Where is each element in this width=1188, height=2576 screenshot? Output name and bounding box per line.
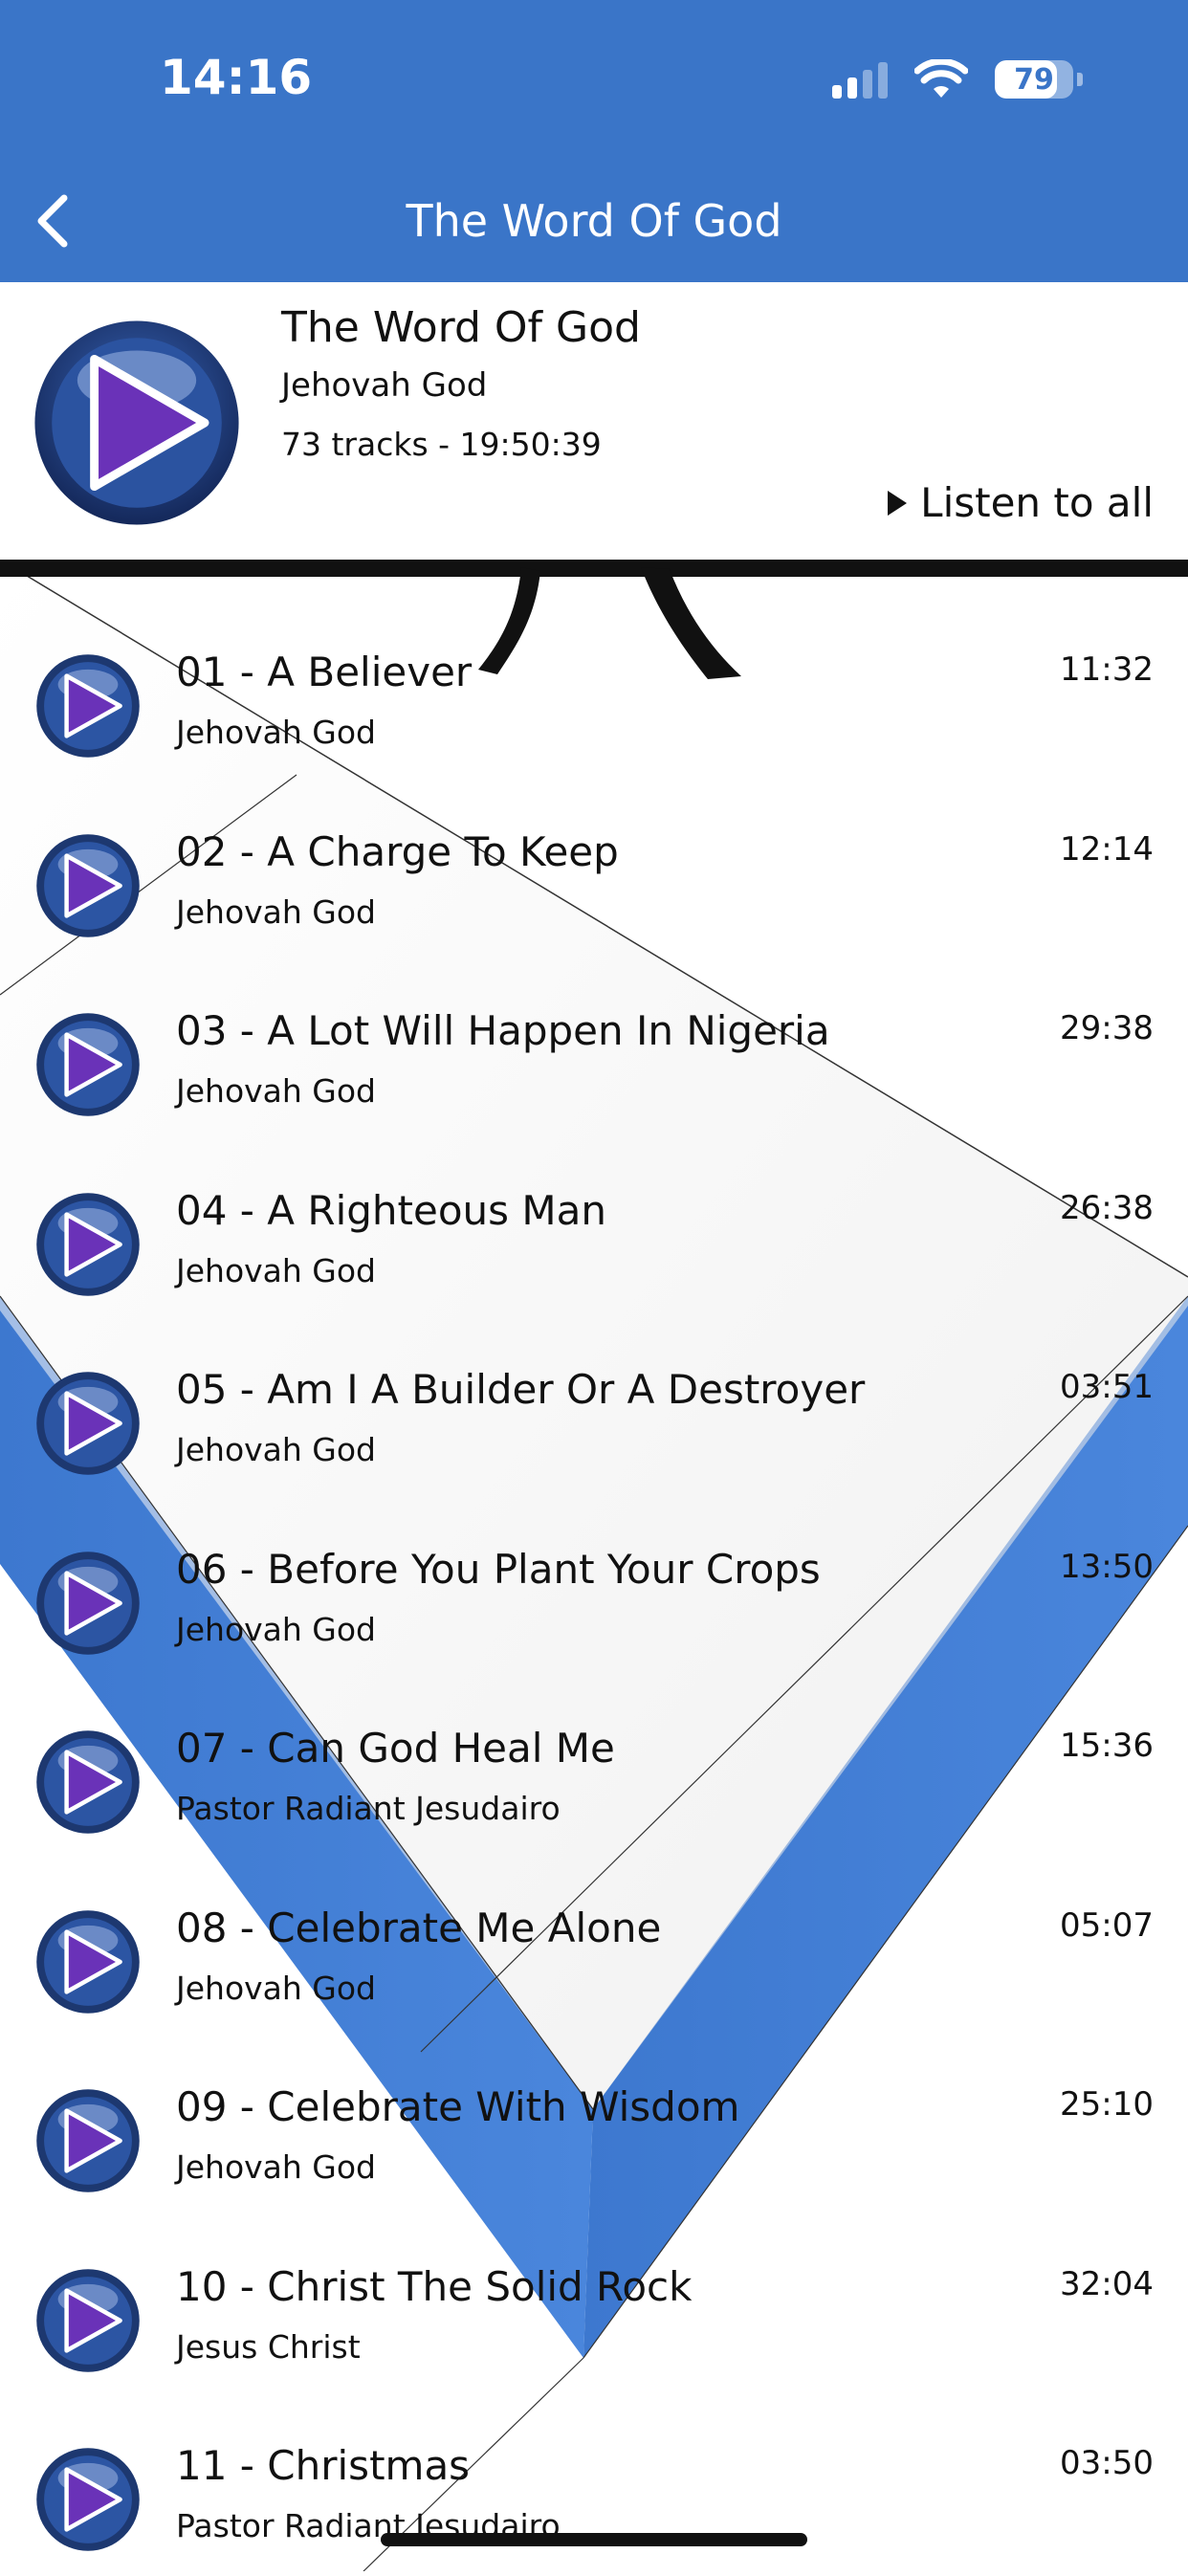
track-row[interactable]: 04 - A Righteous Man Jehovah God 26:38 xyxy=(0,1141,1188,1321)
track-duration: 11:32 xyxy=(1060,650,1154,689)
track-duration: 15:36 xyxy=(1060,1727,1154,1765)
track-list: 01 - A Believer Jehovah God 11:32 02 - A Ch… xyxy=(0,603,1188,2576)
album-artist: Jehovah God xyxy=(281,366,488,405)
track-duration: 13:50 xyxy=(1060,1547,1154,1586)
play-icon[interactable] xyxy=(34,1550,142,1657)
play-icon[interactable] xyxy=(34,1011,142,1118)
track-duration: 12:14 xyxy=(1060,829,1154,869)
track-artist: Jehovah God xyxy=(176,1610,377,1648)
play-icon[interactable] xyxy=(34,2446,142,2553)
play-triangle-icon xyxy=(888,490,908,516)
battery-percent: 79 xyxy=(1014,62,1054,97)
play-icon[interactable] xyxy=(34,1370,142,1477)
track-title: 04 - A Righteous Man xyxy=(176,1186,606,1234)
track-title: 06 - Before You Plant Your Crops xyxy=(176,1545,821,1593)
track-artist: Pastor Radiant Jesudairo xyxy=(176,1790,561,1827)
home-indicator[interactable] xyxy=(381,2533,807,2546)
track-title: 09 - Celebrate With Wisdom xyxy=(176,2083,740,2130)
play-icon[interactable] xyxy=(34,1191,142,1298)
signal-icon xyxy=(832,60,888,99)
track-duration: 26:38 xyxy=(1060,1188,1154,1227)
status-icons: 79 xyxy=(832,55,1083,103)
battery-nub xyxy=(1077,73,1083,86)
track-row[interactable]: 11 - Christmas Pastor Radiant Jesudairo 03… xyxy=(0,2396,1188,2576)
track-title: 11 - Christmas xyxy=(176,2442,471,2489)
track-row[interactable]: 01 - A Believer Jehovah God 11:32 xyxy=(0,603,1188,782)
track-artist: Jehovah God xyxy=(176,714,377,751)
track-title: 05 - Am I A Builder Or A Destroyer xyxy=(176,1366,866,1413)
track-artist: Jehovah God xyxy=(176,1431,377,1468)
track-duration: 03:51 xyxy=(1060,1368,1154,1406)
play-icon[interactable] xyxy=(34,2267,142,2374)
track-artist: Jehovah God xyxy=(176,1072,377,1110)
track-duration: 05:07 xyxy=(1060,1905,1154,1945)
wifi-icon xyxy=(914,59,968,98)
play-icon[interactable] xyxy=(34,1908,142,2015)
track-duration: 25:10 xyxy=(1060,2085,1154,2124)
track-title: 03 - A Lot Will Happen In Nigeria xyxy=(176,1007,830,1054)
listen-all-label: Listen to all xyxy=(920,479,1154,526)
page-title: The Word Of God xyxy=(406,195,782,247)
track-duration: 03:50 xyxy=(1060,2444,1154,2482)
track-row[interactable]: 10 - Christ The Solid Rock Jesus Christ 32… xyxy=(0,2217,1188,2397)
play-icon[interactable] xyxy=(34,652,142,760)
track-artist: Jehovah God xyxy=(176,1969,377,2007)
play-all-icon[interactable] xyxy=(31,317,243,529)
track-row[interactable]: 09 - Celebrate With Wisdom Jehovah God 25:… xyxy=(0,2037,1188,2217)
track-duration: 29:38 xyxy=(1060,1009,1154,1047)
track-artist: Jehovah God xyxy=(176,892,377,931)
album-header: The Word Of God Jehovah God 73 tracks - … xyxy=(0,282,1188,560)
album-meta: 73 tracks - 19:50:39 xyxy=(281,426,602,463)
play-icon[interactable] xyxy=(34,1728,142,1836)
track-row[interactable]: 07 - Can God Heal Me Pastor Radiant Jesud… xyxy=(0,1679,1188,1859)
track-row[interactable]: 05 - Am I A Builder Or A Destroyer Jehova… xyxy=(0,1320,1188,1500)
track-row[interactable]: 03 - A Lot Will Happen In Nigeria Jehovah… xyxy=(0,961,1188,1141)
play-icon[interactable] xyxy=(34,2087,142,2194)
track-row[interactable]: 06 - Before You Plant Your Crops Jehovah … xyxy=(0,1500,1188,1680)
status-time: 14:16 xyxy=(160,50,313,105)
track-duration: 32:04 xyxy=(1060,2264,1154,2303)
track-row[interactable]: 02 - A Charge To Keep Jehovah God 12:14 xyxy=(0,782,1188,962)
track-artist: Jesus Christ xyxy=(176,2327,361,2366)
header-bar: 14:16 79 The Word Of God xyxy=(0,0,1188,282)
track-title: 07 - Can God Heal Me xyxy=(176,1725,615,1772)
track-title: 02 - A Charge To Keep xyxy=(176,827,619,875)
track-row[interactable]: 08 - Celebrate Me Alone Jehovah God 05:07 xyxy=(0,1859,1188,2038)
battery-icon: 79 xyxy=(995,60,1073,99)
play-icon[interactable] xyxy=(34,832,142,939)
track-artist: Jehovah God xyxy=(176,2148,377,2186)
album-title: The Word Of God xyxy=(281,303,641,352)
track-artist: Jehovah God xyxy=(176,1251,377,1289)
track-title: 08 - Celebrate Me Alone xyxy=(176,1904,662,1951)
track-title: 10 - Christ The Solid Rock xyxy=(176,2262,693,2310)
track-title: 01 - A Believer xyxy=(176,649,473,695)
listen-all-button[interactable]: Listen to all xyxy=(888,479,1154,526)
